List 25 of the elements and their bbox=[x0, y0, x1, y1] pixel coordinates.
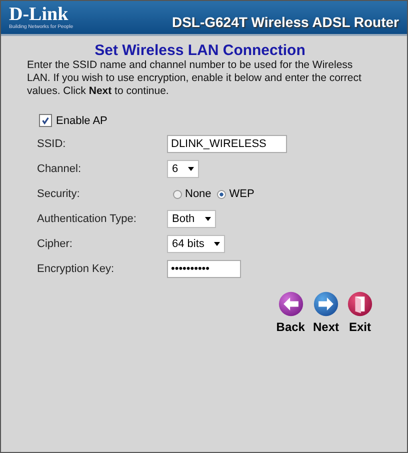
dropdown[interactable]: 6 bbox=[167, 160, 200, 178]
password-field[interactable]: •••••••••• bbox=[167, 260, 241, 278]
field-label: Security: bbox=[37, 187, 81, 202]
product-name: DSL-G624T Wireless ADSL Router bbox=[172, 14, 399, 30]
door-icon bbox=[347, 291, 373, 317]
radio-label: WEP bbox=[229, 188, 254, 200]
radio-button[interactable] bbox=[217, 190, 226, 198]
nav-button[interactable]: Back bbox=[276, 291, 305, 334]
dropdown[interactable]: Both bbox=[167, 210, 216, 228]
radio-button[interactable] bbox=[173, 190, 182, 198]
field-label: Authentication Type: bbox=[37, 212, 138, 227]
intro-text: Enter the SSID name and channel number to be used for the Wireless LAN. If you wish to use encryption, enable it below and enter the correct values. Click Next to continue. bbox=[27, 59, 362, 98]
nav-button[interactable]: Next bbox=[312, 291, 339, 334]
checkbox[interactable] bbox=[39, 114, 52, 127]
dropdown[interactable]: 64 bits bbox=[167, 235, 226, 253]
logo-text: D-Link bbox=[9, 6, 68, 24]
page-title: Set Wireless LAN Connection bbox=[94, 42, 306, 59]
text-field[interactable]: DLINK_WIRELESS bbox=[167, 135, 287, 153]
checkbox-label: Enable AP bbox=[56, 114, 108, 126]
field-label: Cipher: bbox=[37, 237, 74, 252]
radio-label: None bbox=[185, 188, 212, 200]
field-label: SSID: bbox=[37, 137, 67, 152]
field-label: Channel: bbox=[37, 162, 82, 177]
nav-button[interactable]: Exit bbox=[347, 291, 373, 334]
field-label: Encryption Key: bbox=[37, 262, 116, 277]
